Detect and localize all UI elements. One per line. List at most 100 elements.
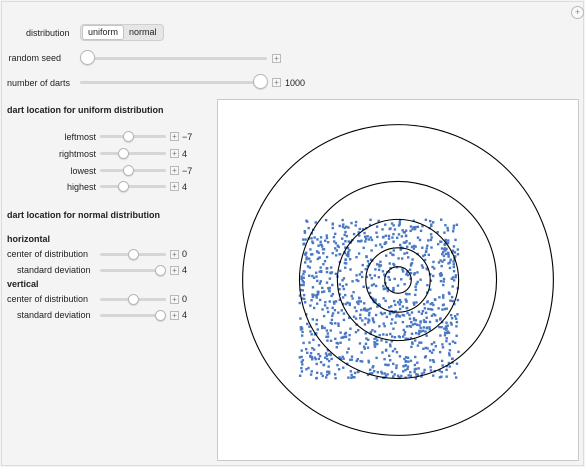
dart-point [438,325,441,329]
dart-point [302,283,305,287]
dart-point [350,373,353,377]
h-sd-plus-icon[interactable]: + [170,266,179,275]
distribution-selector[interactable]: uniform normal [80,24,164,41]
option-normal[interactable]: normal [124,25,162,40]
dart-point [342,287,346,291]
dart-point [388,312,392,316]
highest-label: highest [66,182,96,192]
dart-point [365,255,368,259]
expand-icon[interactable]: + [571,6,584,19]
dart-point [388,278,391,281]
dart-point [452,279,456,282]
highest-plus-icon[interactable]: + [170,182,179,191]
dart-point [403,333,406,336]
dart-point [315,362,318,366]
dart-point [311,293,314,296]
dart-point [447,255,450,258]
dart-point [318,256,321,259]
dart-point [409,371,412,374]
dart-point [326,339,329,342]
dart-point [363,307,367,310]
dart-point [385,254,388,257]
dart-point [414,367,418,371]
dart-point [304,238,307,241]
dart-point [384,299,387,303]
dart-point [350,358,354,361]
dart-point [369,368,372,372]
dart-point [298,374,302,377]
dart-point [302,293,306,297]
dart-point [395,364,398,367]
dart-point [390,370,394,374]
dart-point [335,249,339,252]
dart-point [298,356,301,359]
dart-point [300,283,303,287]
number-of-darts-slider-thumb[interactable] [253,74,268,89]
dart-point [317,251,320,254]
highest-slider-thumb[interactable] [118,181,129,192]
dart-point [340,336,343,339]
dart-point [344,258,347,262]
lowest-slider-thumb[interactable] [123,165,134,176]
dart-point [338,283,342,286]
dart-point [442,283,445,287]
v-center-slider-thumb[interactable] [128,294,139,305]
random-seed-track[interactable] [81,57,267,60]
v-center-plus-icon[interactable]: + [170,295,179,304]
dart-point [401,335,405,338]
dart-point [423,368,426,372]
number-of-darts-plus-icon[interactable]: + [272,78,281,87]
dart-point [322,314,326,318]
dart-point [311,274,314,278]
h-center-plus-icon[interactable]: + [170,250,179,259]
dart-point [319,240,322,243]
dart-point [384,363,387,366]
dart-point [356,370,360,374]
dart-point [417,310,421,313]
dart-point [422,326,425,329]
dart-point [426,300,429,303]
dart-point [316,292,320,296]
highest-track[interactable] [100,185,166,188]
dart-point [378,325,381,328]
dart-point [352,315,356,318]
dart-point [403,330,407,334]
random-seed-plus-icon[interactable]: + [272,54,281,63]
dart-point [327,359,331,363]
dart-point [419,229,423,232]
dart-point [399,243,402,247]
dart-point [383,312,386,315]
lowest-plus-icon[interactable]: + [170,166,179,175]
dart-point [382,284,385,288]
option-uniform[interactable]: uniform [82,25,125,40]
dart-point [322,290,326,293]
dart-point [310,333,313,336]
dart-point [392,362,395,366]
dart-point [338,224,341,228]
dart-point [426,244,429,248]
dart-point [367,318,370,321]
dart-point [344,240,347,243]
dart-point [368,273,372,277]
leftmost-plus-icon[interactable]: + [170,132,179,141]
rightmost-track[interactable] [100,152,166,155]
dart-point [345,234,349,238]
dart-point [381,228,384,231]
h-center-slider-thumb[interactable] [128,249,139,260]
dart-point [416,280,419,284]
dart-point [358,273,361,276]
rightmost-plus-icon[interactable]: + [170,149,179,158]
rightmost-slider-thumb[interactable] [118,148,129,159]
leftmost-slider-thumb[interactable] [123,131,134,142]
dart-point [386,363,389,367]
dart-point [410,261,414,265]
v-sd-slider-thumb[interactable] [155,310,166,321]
number-of-darts-track[interactable] [80,81,267,84]
h-sd-slider-thumb[interactable] [155,265,166,276]
random-seed-slider-thumb[interactable] [80,50,95,65]
dart-point [334,377,337,380]
v-center-label: center of distribution [7,294,89,304]
v-sd-plus-icon[interactable]: + [170,311,179,320]
dart-point [375,231,378,234]
dart-point [371,366,374,369]
